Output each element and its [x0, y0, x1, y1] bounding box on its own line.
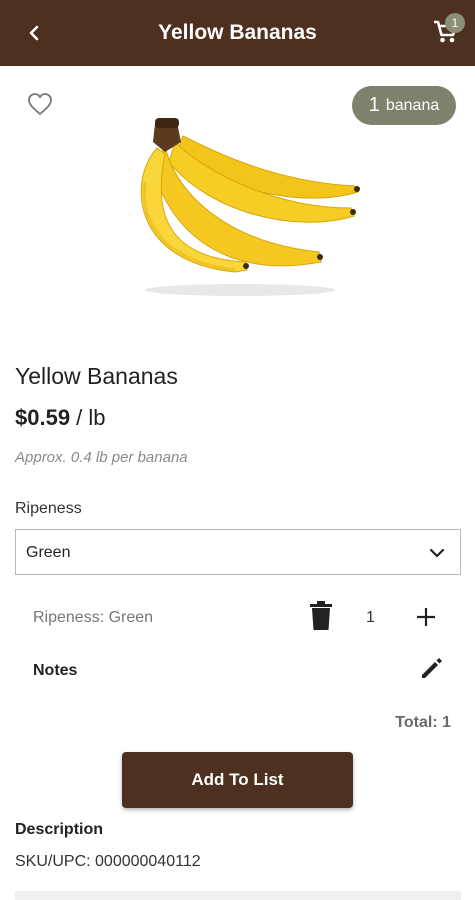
- cart-count-badge: 1: [445, 13, 465, 33]
- chevron-down-icon: [429, 548, 445, 558]
- notes-label: Notes: [33, 662, 78, 679]
- product-name: Yellow Bananas: [15, 363, 178, 389]
- page-title: Yellow Bananas: [158, 21, 317, 44]
- ripeness-dropdown[interactable]: Green: [15, 529, 461, 575]
- price-unit: / lb: [70, 405, 106, 430]
- description-heading: Description: [15, 821, 104, 838]
- sku-upc: SKU/UPC: 000000040112: [15, 853, 201, 870]
- increase-quantity-button[interactable]: [413, 604, 439, 630]
- unit-label: banana: [385, 96, 440, 114]
- pencil-icon: [422, 658, 442, 678]
- heart-outline-icon: [28, 93, 52, 116]
- ripeness-selected-value: Green: [26, 544, 71, 561]
- product-price: $0.59: [15, 405, 71, 430]
- unit-count: 1: [368, 94, 380, 116]
- line-item-variant: Ripeness: Green: [33, 609, 154, 626]
- plus-icon: [417, 608, 435, 626]
- product-image-banana-bunch: [140, 118, 360, 296]
- approx-weight-note: Approx. 0.4 lb per banana: [15, 449, 188, 466]
- ripeness-label: Ripeness: [15, 500, 82, 517]
- total-count: Total: 1: [395, 714, 451, 731]
- favorite-button[interactable]: [26, 91, 54, 117]
- item-quantity: 1: [366, 609, 375, 626]
- delete-item-button[interactable]: [308, 600, 334, 632]
- trash-icon: [310, 601, 332, 630]
- add-to-list-button[interactable]: Add To List: [122, 752, 353, 808]
- app-bar: Yellow Bananas 1: [0, 0, 475, 66]
- edit-notes-button[interactable]: [419, 655, 445, 681]
- divider: [15, 891, 461, 900]
- price-line: $0.59 / lb: [15, 405, 106, 431]
